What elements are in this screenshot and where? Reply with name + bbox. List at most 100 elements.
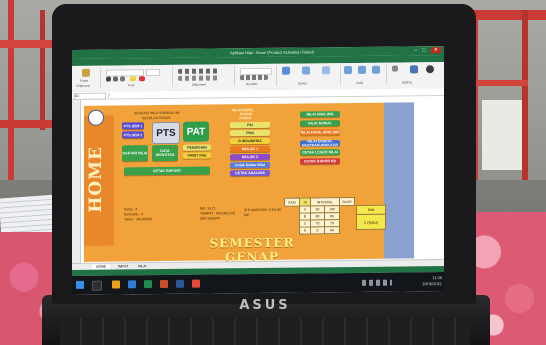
school-header-line-1: APLIKASI NILAI KURIKULUM bbox=[134, 110, 180, 116]
kkm-header: KKM bbox=[284, 197, 300, 207]
ribbon-group-alignment: Alignment bbox=[174, 66, 235, 87]
info-tahun: Tahun : 2019/2020 bbox=[124, 217, 153, 222]
info-tempat: TEMPAT : WALIKELAS bbox=[200, 211, 236, 216]
windows-taskbar: 11:36 10/06/2021 bbox=[72, 272, 444, 295]
grade-d-min: 0 bbox=[310, 226, 325, 235]
font-name-dropdown[interactable] bbox=[106, 69, 144, 77]
search-icon[interactable] bbox=[92, 280, 102, 291]
system-tray-icons[interactable] bbox=[362, 279, 392, 286]
row-headers bbox=[72, 99, 81, 280]
nilai-side-value: 1 (Satu) bbox=[356, 213, 386, 230]
semester-label: SEMESTER GENAP bbox=[209, 235, 295, 265]
pat-button[interactable]: PAT bbox=[183, 121, 209, 142]
styles-group-label: Styles bbox=[298, 81, 307, 86]
powerpoint-icon[interactable] bbox=[160, 279, 168, 289]
minimize-button[interactable]: – bbox=[414, 47, 417, 53]
cells-group-label: Cells bbox=[356, 80, 364, 85]
nilai-sosial-button[interactable]: NILAI SOSIAL bbox=[300, 120, 340, 127]
ribbon-group-clipboard: Paste Clipboard bbox=[74, 67, 101, 88]
b-indonesia-button[interactable]: B.INDONESIA bbox=[230, 137, 270, 145]
file-explorer-icon[interactable] bbox=[112, 280, 120, 289]
pai-button[interactable]: PAI bbox=[230, 121, 270, 129]
mulok2-button[interactable]: MULOK 2 bbox=[230, 153, 270, 161]
fx-icon: ƒ bbox=[108, 92, 111, 98]
nilai-hasil-analisis-button[interactable]: NILAI HASIL ANALISIS bbox=[300, 129, 340, 136]
info-nip: NIP. 19.71 bbox=[200, 206, 216, 211]
tugas-title: TUGAS bbox=[239, 116, 251, 121]
number-icons[interactable] bbox=[240, 74, 268, 81]
info-semester: Semester : II bbox=[124, 212, 144, 217]
paste-label: Paste bbox=[80, 78, 89, 83]
font-group-label: Font bbox=[128, 83, 135, 88]
sheet-tab-home[interactable]: HOME bbox=[92, 264, 111, 269]
data-identitas-button[interactable]: DATA IDENTITAS bbox=[152, 144, 178, 162]
format-cells-icon[interactable] bbox=[372, 65, 380, 74]
close-button[interactable]: ✕ bbox=[430, 47, 441, 54]
cetak-raport-button[interactable]: CETAK RAPORT bbox=[124, 166, 210, 176]
print-pas-button[interactable]: PRINT PAS bbox=[183, 152, 211, 159]
ribbon-group-editing: Editing bbox=[388, 64, 442, 85]
insert-cells-icon[interactable] bbox=[344, 66, 352, 75]
fill-color-icon[interactable] bbox=[130, 76, 136, 82]
daftar-nilai-button[interactable]: DAFTAR NILAI bbox=[122, 145, 148, 162]
bold-icon[interactable] bbox=[106, 76, 111, 82]
ribbon-group-number: Number bbox=[236, 65, 277, 87]
ribbon-group-styles: Styles bbox=[278, 65, 341, 86]
nilai-ekskul-button[interactable]: NILAI EKSKUL EKSTRAKURIKULER bbox=[300, 139, 340, 148]
sort-filter-icon[interactable] bbox=[410, 65, 418, 74]
info-kelas: Kelas : 4 bbox=[124, 207, 138, 212]
clock-date: 10/06/2021 bbox=[421, 281, 442, 287]
align-icons[interactable] bbox=[178, 68, 218, 74]
conditional-formatting-icon[interactable] bbox=[282, 66, 290, 75]
start-icon[interactable] bbox=[76, 280, 84, 289]
edge-icon[interactable] bbox=[128, 280, 136, 289]
nilai-analisis-button[interactable]: NILAI ANALISIS bbox=[300, 111, 340, 118]
cetak-rapor-kd-button[interactable]: CETAK RAPOR KD bbox=[300, 158, 340, 165]
font-size-dropdown[interactable] bbox=[146, 69, 160, 77]
school-header-line-2: SEKOLAH DASAR bbox=[142, 115, 171, 121]
underline-icon[interactable] bbox=[120, 76, 125, 82]
paste-icon[interactable] bbox=[82, 68, 90, 77]
cetak-leger-nilai-button[interactable]: CETAK LEGER NILAI bbox=[300, 149, 340, 156]
laptop-screen: Aplikasi Nilai - Excel (Product Activati… bbox=[72, 46, 444, 295]
teacher-nip: NIP. bbox=[244, 213, 251, 218]
pts-sem2-button[interactable]: PTS SEM 2 bbox=[122, 131, 144, 139]
number-group-label: Number bbox=[246, 82, 258, 87]
clipboard-group-label: Clipboard bbox=[76, 83, 90, 88]
maximize-button[interactable]: □ bbox=[422, 47, 425, 53]
chrome-icon[interactable] bbox=[192, 279, 200, 288]
delete-cells-icon[interactable] bbox=[358, 65, 366, 74]
italic-icon[interactable] bbox=[113, 76, 118, 82]
keyboard bbox=[60, 318, 470, 345]
sheet-tab-nilai[interactable]: NILAI bbox=[134, 264, 150, 268]
cetak-daftar-nilai-button[interactable]: Cetak Daftar Nilai bbox=[230, 161, 270, 169]
format-as-table-icon[interactable] bbox=[302, 66, 310, 75]
pts-button[interactable]: PTS bbox=[152, 121, 180, 145]
editing-group-label: Editing bbox=[402, 80, 412, 85]
indent-icons[interactable] bbox=[178, 75, 218, 81]
laptop-brand-logo: ASUS bbox=[239, 298, 291, 313]
pts-sem1-button[interactable]: PTS SEM 1 bbox=[122, 122, 144, 130]
grade-d-max: 69 bbox=[324, 226, 340, 235]
ribbon-group-cells: Cells bbox=[342, 64, 387, 86]
window-controls: – □ ✕ bbox=[402, 46, 444, 55]
cell-styles-icon[interactable] bbox=[322, 66, 330, 75]
home-label: HOME bbox=[86, 146, 106, 214]
teacher-name: SITI MARYUNI, S.Pd.SD bbox=[244, 207, 282, 213]
autosum-icon[interactable] bbox=[392, 65, 398, 72]
find-select-icon[interactable] bbox=[426, 65, 434, 74]
taskbar-clock[interactable]: 11:36 10/06/2021 bbox=[402, 275, 442, 289]
skor-header: SKOR bbox=[339, 196, 355, 207]
ribbon-group-font: Font bbox=[102, 66, 173, 88]
cetak-analisis-button[interactable]: CETAK ANALISIS bbox=[230, 169, 270, 177]
pkn-button[interactable]: PKN bbox=[230, 129, 270, 137]
excel-icon[interactable] bbox=[144, 280, 152, 289]
pengisian-button[interactable]: PENGISIAN bbox=[183, 144, 211, 151]
alignment-group-label: Alignment bbox=[192, 82, 207, 87]
font-color-icon[interactable] bbox=[139, 76, 145, 82]
info-smt: SMT GENAP bbox=[200, 216, 220, 221]
sheet-tab-input[interactable]: INPUT bbox=[114, 264, 132, 268]
mulok1-button[interactable]: MULOK 1 bbox=[230, 145, 270, 153]
word-icon[interactable] bbox=[176, 279, 184, 288]
school-logo bbox=[88, 109, 104, 126]
